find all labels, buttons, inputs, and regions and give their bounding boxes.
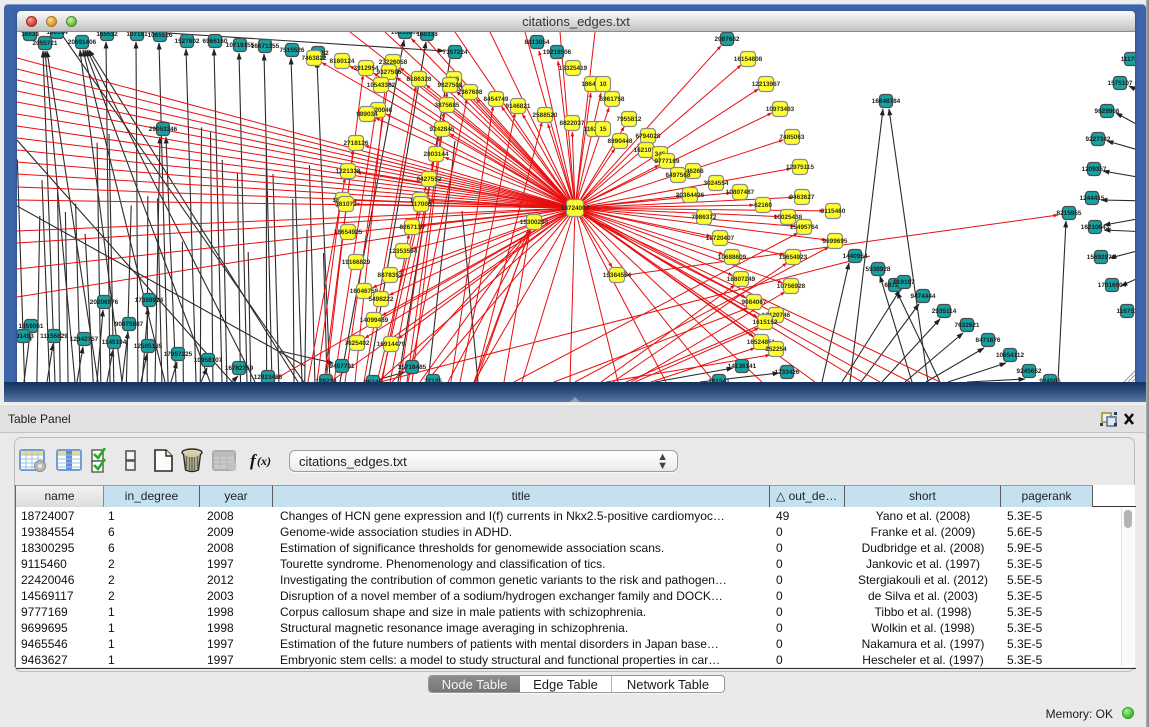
svg-text:(x): (x) xyxy=(257,454,271,468)
